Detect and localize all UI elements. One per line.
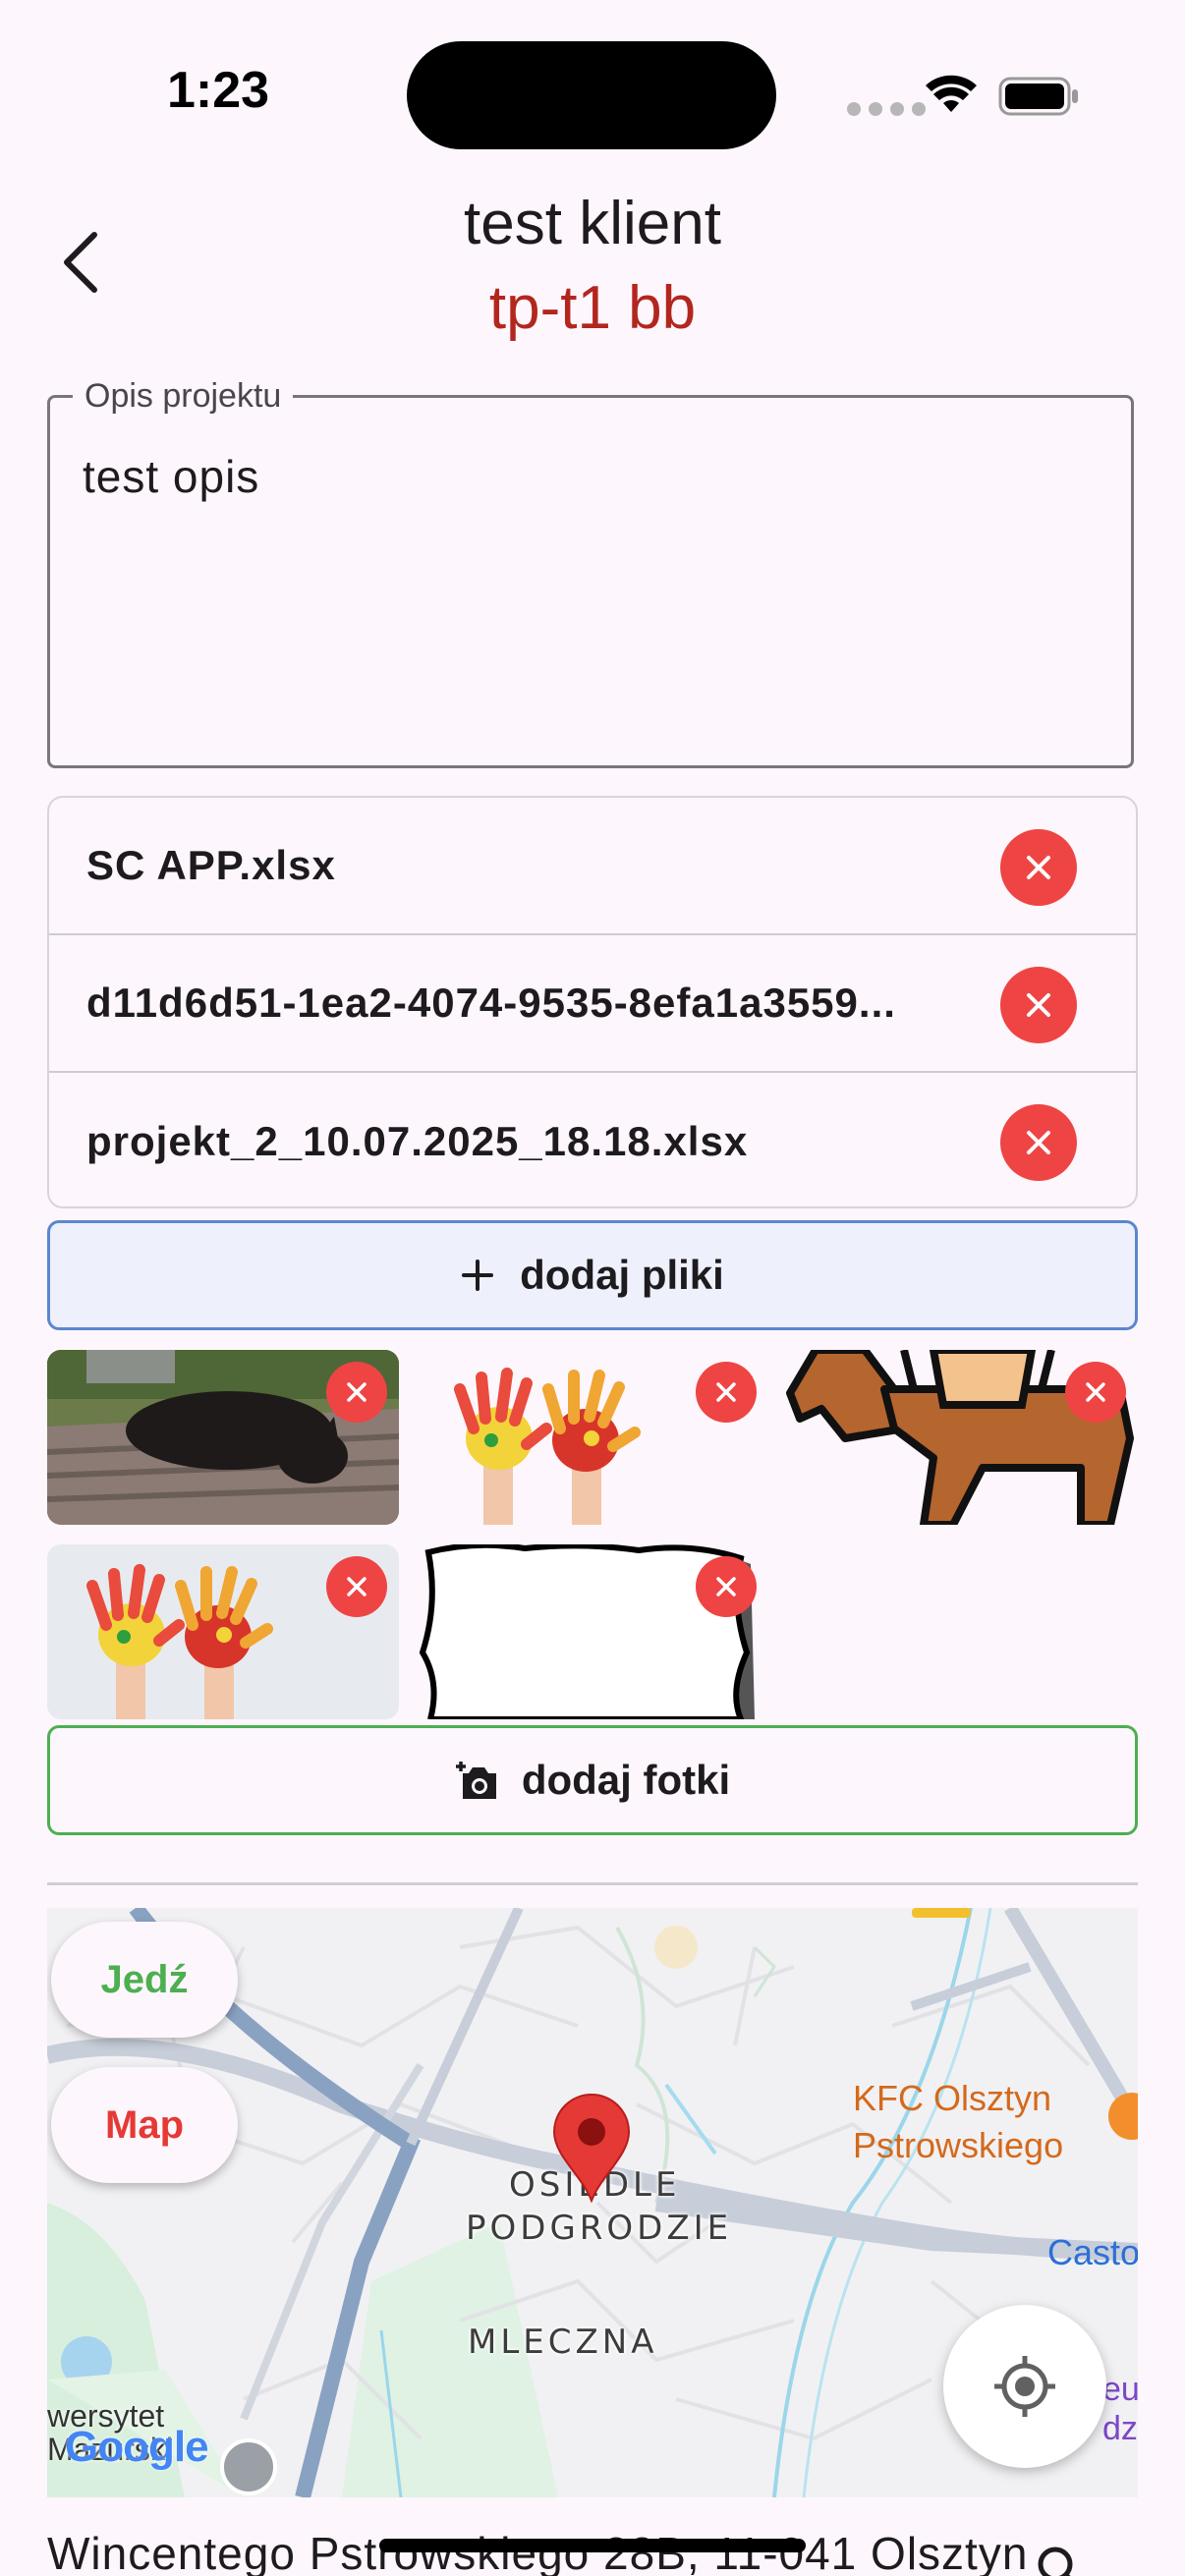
file-row[interactable]: SC APP.xlsx xyxy=(49,798,1136,935)
map-button[interactable]: Map xyxy=(51,2067,238,2183)
my-location-button[interactable] xyxy=(943,2305,1106,2468)
location-pin-icon xyxy=(552,2094,631,2203)
remove-file-button[interactable] xyxy=(1000,1104,1077,1181)
add-files-label: dodaj pliki xyxy=(520,1252,724,1298)
close-icon xyxy=(1086,1382,1105,1402)
map-poi-castorama[interactable]: Casto xyxy=(1047,2232,1138,2273)
close-icon xyxy=(347,1577,367,1596)
wifi-icon xyxy=(926,75,977,112)
add-photos-label: dodaj fotki xyxy=(521,1757,731,1803)
close-icon xyxy=(1027,1131,1050,1154)
home-indicator xyxy=(379,2539,806,2552)
map-poi-line: Pstrowskiego xyxy=(853,2125,1064,2165)
crosshair-icon xyxy=(994,2356,1055,2417)
page-title: test klient xyxy=(464,190,721,257)
status-time: 1:23 xyxy=(167,62,270,119)
file-name: projekt_2_10.07.2025_18.18.xlsx xyxy=(86,1118,749,1164)
plus-icon xyxy=(462,1260,494,1291)
file-name: SC APP.xlsx xyxy=(86,842,336,888)
battery-icon xyxy=(998,77,1078,116)
close-icon xyxy=(1027,993,1050,1017)
drive-button[interactable]: Jedź xyxy=(51,1922,238,2038)
remove-photo-button[interactable] xyxy=(326,1362,387,1423)
map-label-district: PODGRODZIE xyxy=(466,2209,733,2248)
map-poi-right: eu dzia xyxy=(1102,2370,1138,2448)
add-photos-button[interactable]: dodaj fotki xyxy=(47,1725,1138,1835)
file-row[interactable]: d11d6d51-1ea2-4074-9535-8efa1a3559... xyxy=(49,935,1136,1073)
search-icon[interactable] xyxy=(1034,2543,1083,2576)
project-description-value[interactable]: test opis xyxy=(83,450,259,503)
file-row[interactable]: projekt_2_10.07.2025_18.18.xlsx xyxy=(49,1073,1136,1206)
page-subtitle: tp-t1 bb xyxy=(488,274,697,342)
map-poi-line: KFC Olsztyn xyxy=(853,2078,1052,2118)
remove-file-button[interactable] xyxy=(1000,967,1077,1043)
cellular-signal-icon xyxy=(847,102,926,116)
dynamic-island xyxy=(407,41,776,149)
remove-photo-button[interactable] xyxy=(696,1362,757,1423)
remove-photo-button[interactable] xyxy=(326,1556,387,1617)
graduation-cap-icon xyxy=(220,2438,277,2495)
file-name: d11d6d51-1ea2-4074-9535-8efa1a3559... xyxy=(86,980,896,1026)
remove-photo-button[interactable] xyxy=(1065,1362,1126,1423)
map-poi-kfc[interactable]: KFC Olsztyn Pstrowskiego xyxy=(853,2075,1138,2169)
map-label-street: MLECZNA xyxy=(468,2323,658,2362)
google-logo: Google xyxy=(65,2423,209,2471)
map-label-line: eu xyxy=(1102,2371,1138,2408)
map-label-line: dzia xyxy=(1102,2410,1138,2447)
close-icon xyxy=(716,1577,736,1596)
close-icon xyxy=(716,1382,736,1402)
add-photo-icon xyxy=(455,1762,496,1799)
remove-file-button[interactable] xyxy=(1000,829,1077,906)
files-list: SC APP.xlsx d11d6d51-1ea2-4074-9535-8efa… xyxy=(47,796,1138,1208)
add-files-button[interactable]: dodaj pliki xyxy=(47,1220,1138,1330)
section-divider xyxy=(47,1882,1138,1885)
close-icon xyxy=(1027,856,1050,879)
close-icon xyxy=(347,1382,367,1402)
project-description-label: Opis projektu xyxy=(73,377,294,416)
remove-photo-button[interactable] xyxy=(696,1556,757,1617)
map-view[interactable]: OSIEDLE PODGRODZIE MLECZNA KFC Olsztyn P… xyxy=(47,1908,1138,2497)
